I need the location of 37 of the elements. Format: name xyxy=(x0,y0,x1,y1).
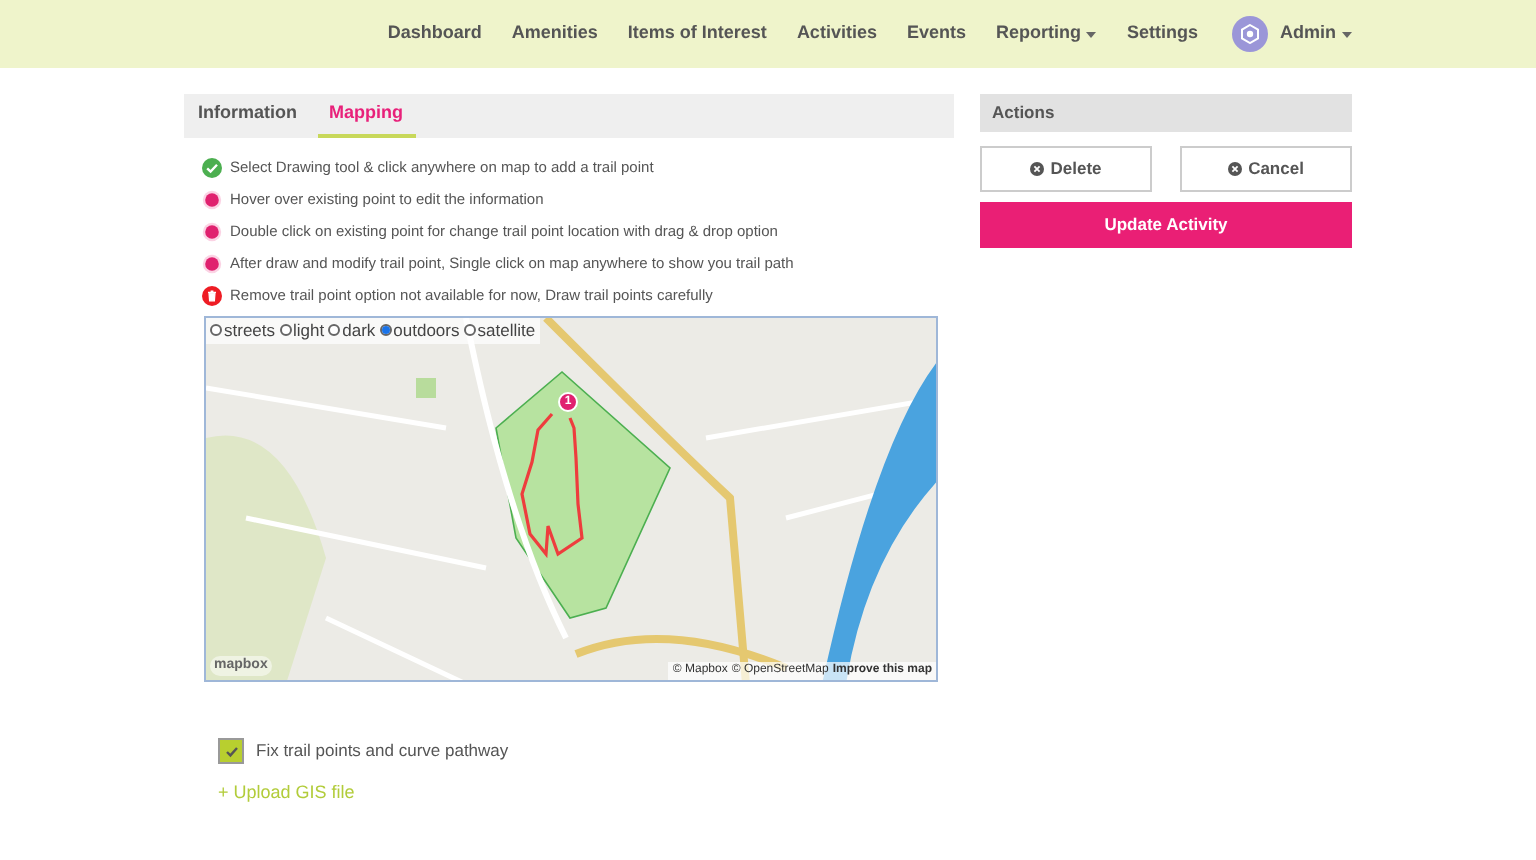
checkmark-icon xyxy=(223,743,239,759)
radio-button[interactable] xyxy=(463,324,476,337)
radio-button[interactable] xyxy=(379,324,392,337)
nav-link[interactable]: Reporting xyxy=(995,20,1097,48)
tab[interactable]: Mapping xyxy=(317,94,415,138)
close-circle-icon xyxy=(1228,162,1243,176)
action-button[interactable]: Delete xyxy=(980,146,1152,192)
radio-button[interactable] xyxy=(279,324,292,337)
action-button[interactable]: Cancel xyxy=(1180,146,1352,192)
radio-button[interactable] xyxy=(328,324,341,337)
close-circle-icon xyxy=(1030,162,1045,176)
tab[interactable]: Information xyxy=(196,94,313,138)
caret-icon xyxy=(1342,31,1352,37)
radio-label[interactable]: satellite xyxy=(477,318,536,344)
nav-link[interactable]: Settings xyxy=(1126,20,1198,48)
panel-header: Actions xyxy=(980,94,1352,132)
update-button[interactable]: Update Activity xyxy=(980,202,1352,248)
checkbox-label: Fix trail points and curve pathway xyxy=(256,738,509,764)
radio-label[interactable]: light xyxy=(293,318,325,344)
nav-link[interactable]: Activities xyxy=(796,20,877,48)
caret-icon xyxy=(1086,31,1097,37)
radio-label[interactable]: outdoors xyxy=(393,318,460,344)
nav-link[interactable]: Events xyxy=(906,20,966,48)
checkbox[interactable] xyxy=(218,738,244,764)
radio-label[interactable]: dark xyxy=(342,318,376,344)
trash-icon xyxy=(202,286,222,306)
nav-link[interactable]: Items of Interest xyxy=(627,20,767,48)
radio-label[interactable]: streets xyxy=(224,318,276,344)
check-circle-icon xyxy=(202,158,222,178)
user-menu[interactable]: Admin xyxy=(1280,20,1352,48)
dot-icon xyxy=(202,254,222,274)
dot-icon xyxy=(202,222,222,242)
nav-link[interactable]: Dashboard xyxy=(387,20,482,48)
dot-icon xyxy=(202,190,222,210)
radio-button[interactable] xyxy=(210,324,222,337)
avatar-icon xyxy=(1232,16,1268,52)
nav-link[interactable]: Amenities xyxy=(511,20,598,48)
